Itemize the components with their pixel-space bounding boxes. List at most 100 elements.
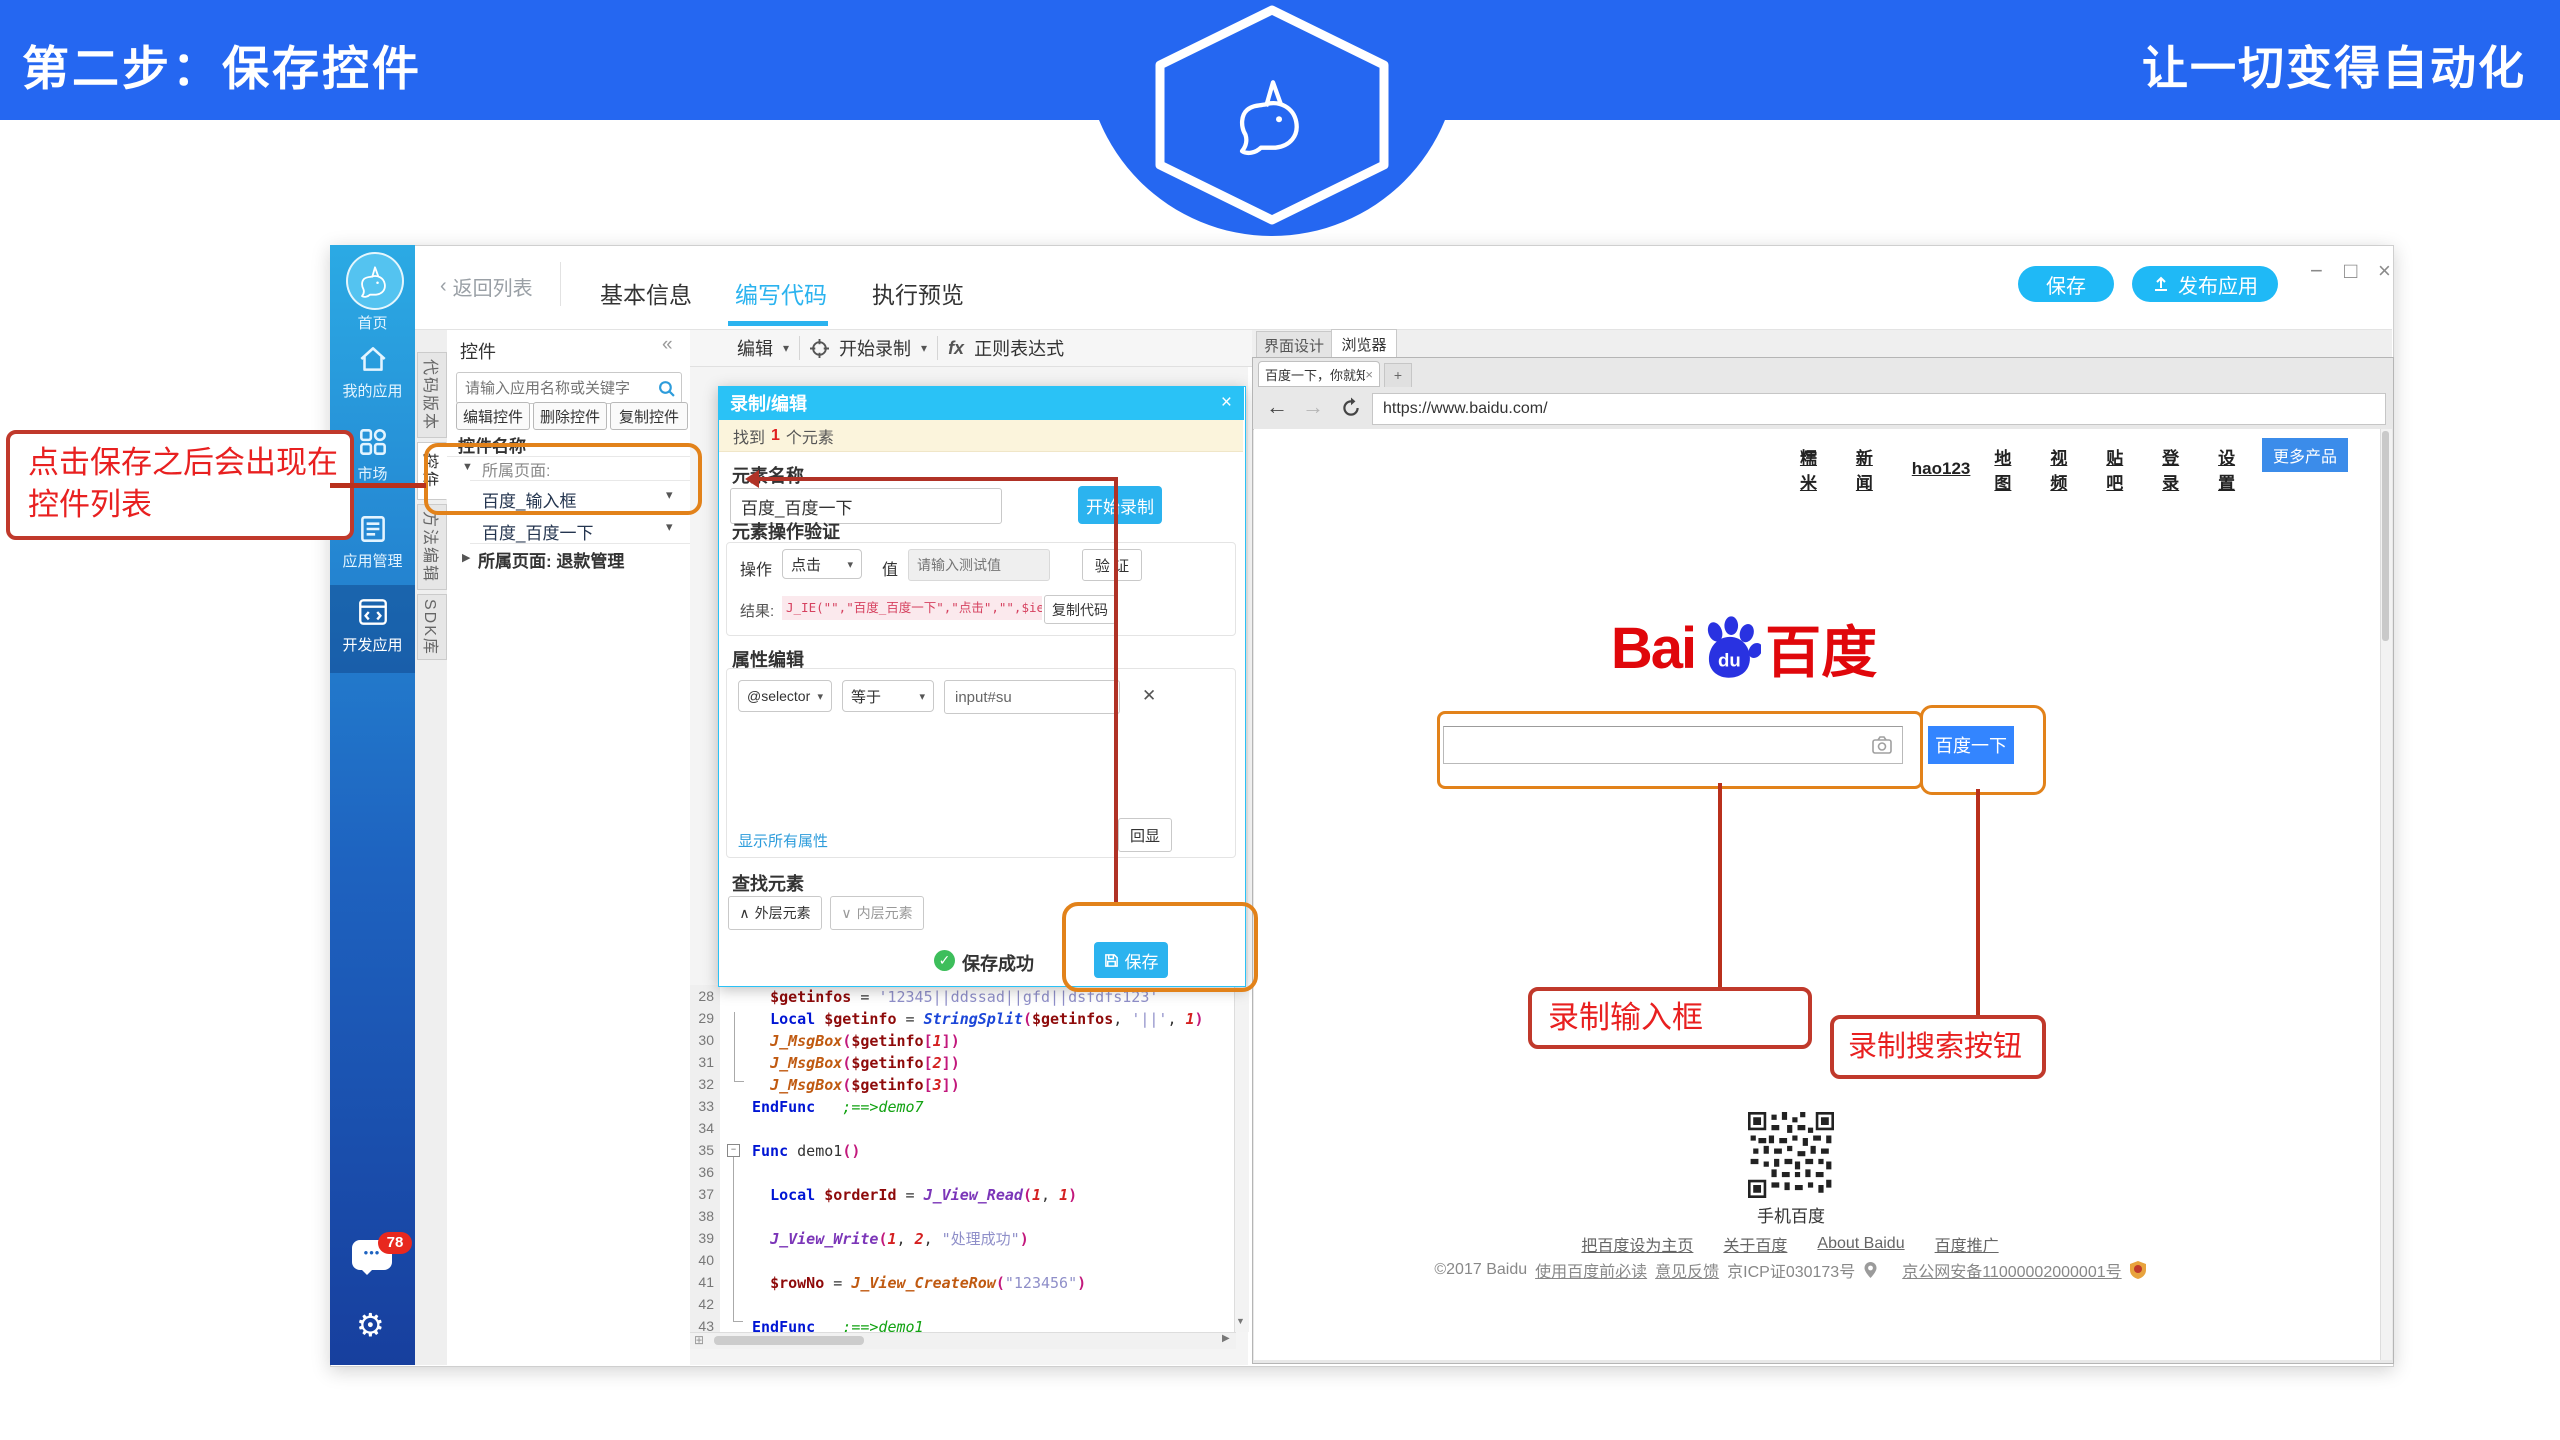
controls-panel-title: 控件 (460, 338, 496, 364)
result-label: 结果: (740, 600, 774, 621)
code-line: Func demo1() (752, 1140, 1204, 1162)
qr-code (1748, 1112, 1834, 1198)
back-button[interactable]: ‹ 返回列表 (440, 272, 533, 301)
remove-attr-icon[interactable]: ✕ (1142, 686, 1156, 706)
baidu-nav-link[interactable]: 贴吧 (2106, 444, 2138, 494)
dialog-titlebar: 录制/编辑 × (718, 386, 1244, 420)
code-line: Local $getinfo = StringSplit($getinfos, … (752, 1008, 1204, 1030)
baidu-footer-line2: ©2017 Baidu 使用百度前必读 意见反馈 京ICP证030173号 京公… (1360, 1258, 2220, 1282)
save-app-button[interactable]: 保存 (2018, 266, 2114, 302)
minimize-icon[interactable]: − (2310, 258, 2323, 284)
copy-code-button[interactable]: 复制代码 (1044, 595, 1116, 624)
baidu-nav-link[interactable]: 新闻 (1856, 444, 1888, 494)
tree-closed-icon[interactable]: ▶ (462, 551, 470, 564)
attr-selector-select[interactable]: @selector ▾ (738, 680, 832, 712)
nav-back-icon[interactable]: ← (1266, 394, 1288, 420)
must-read-link[interactable]: 使用百度前必读 (1535, 1258, 1647, 1282)
nav-forward-icon[interactable]: → (1302, 394, 1324, 420)
annotation-line-h (750, 477, 1118, 481)
chevron-down-icon[interactable]: ▾ (921, 341, 927, 355)
panel-tab-ui-design[interactable]: 界面设计 (1256, 331, 1332, 360)
regex-button[interactable]: 正则表达式 (974, 335, 1064, 361)
delete-control-button[interactable]: 删除控件 (533, 402, 607, 430)
sidebar (330, 245, 415, 1365)
baidu-footer-link[interactable]: 关于百度 (1723, 1232, 1787, 1256)
op-select[interactable]: 点击 ▾ (782, 549, 862, 579)
tree-item-baidu-search[interactable]: 百度_百度一下 (482, 519, 593, 544)
code-line: J_MsgBox($getinfo[1]) (752, 1030, 1204, 1052)
copy-control-button[interactable]: 复制控件 (610, 402, 688, 430)
browser-page-tab[interactable]: 百度一下，你就知... × (1258, 361, 1380, 387)
scroll-down-arrow[interactable]: ▼ (1236, 1316, 1245, 1326)
sidebar-item-develop[interactable] (356, 595, 390, 634)
fold-minus-icon[interactable]: − (727, 1144, 740, 1157)
tab-close-icon[interactable]: × (1365, 367, 1373, 382)
sidebar-item-app-manage[interactable] (356, 512, 390, 551)
sidebar-item-my-apps[interactable] (356, 342, 390, 381)
outer-element-button[interactable]: ∧ 外层元素 (728, 896, 822, 930)
feedback-link[interactable]: 意见反馈 (1655, 1258, 1719, 1282)
collapse-panel-icon[interactable]: « (662, 334, 673, 356)
save-success-text: 保存成功 (962, 950, 1034, 976)
inner-element-button[interactable]: ∨ 内层元素 (830, 896, 924, 930)
dialog-close-icon[interactable]: × (1221, 392, 1232, 414)
code-fold-line (734, 1012, 735, 1082)
baidu-nav-link[interactable]: 登录 (2162, 444, 2194, 494)
tab-basic-info[interactable]: 基本信息 (600, 276, 692, 310)
baidu-footer-link[interactable]: 百度推广 (1935, 1232, 1999, 1256)
echo-button[interactable]: 回显 (1118, 818, 1172, 852)
code-line (752, 1206, 1204, 1228)
hscroll-thumb[interactable] (714, 1336, 864, 1345)
start-record-button[interactable]: 开始录制 (1078, 486, 1162, 524)
test-value-input[interactable] (908, 549, 1050, 581)
sidebar-item-label: 首页 (330, 312, 415, 333)
sidebar-item-market[interactable] (356, 425, 390, 464)
baidu-footer-link[interactable]: 把百度设为主页 (1581, 1232, 1693, 1256)
attr-value-input[interactable] (944, 680, 1120, 714)
success-check-icon: ✓ (934, 950, 955, 971)
vtab-code-version[interactable]: 代码版本 (417, 352, 447, 438)
vtab-method-edit[interactable]: 方法编辑 (417, 504, 447, 590)
panel-tab-browser[interactable]: 浏览器 (1331, 329, 1397, 359)
baidu-nav-link[interactable]: 地图 (1994, 444, 2026, 494)
window-close-icon[interactable]: × (2378, 258, 2391, 284)
sidebar-item-home[interactable] (346, 252, 404, 310)
attr-op-select[interactable]: 等于 ▾ (842, 680, 934, 712)
baidu-nav-link[interactable]: hao123 (1912, 459, 1971, 479)
edit-control-button[interactable]: 编辑控件 (456, 402, 530, 430)
controls-search-input[interactable] (463, 379, 637, 398)
url-input[interactable] (1372, 393, 2386, 425)
show-all-attrs-link[interactable]: 显示所有属性 (738, 830, 828, 851)
baidu-footer-link[interactable]: About Baidu (1817, 1235, 1904, 1253)
publish-app-button[interactable]: 发布应用 (2132, 266, 2278, 302)
chevron-down-icon[interactable]: ▾ (666, 519, 673, 535)
maximize-icon[interactable]: □ (2344, 258, 2357, 284)
tab-run-preview[interactable]: 执行预览 (872, 276, 964, 310)
baidu-nav-link[interactable]: 视频 (2050, 444, 2082, 494)
verify-button[interactable]: 验 证 (1082, 549, 1142, 581)
nav-refresh-icon[interactable] (1340, 397, 1362, 419)
more-products-button[interactable]: 更多产品 (2262, 438, 2348, 472)
baidu-nav-link[interactable]: 糯米 (1800, 444, 1832, 494)
police-number-link[interactable]: 京公网安备11000002000001号 (1902, 1258, 2121, 1282)
gear-icon[interactable]: ⚙ (356, 1306, 385, 1344)
baidu-nav-link[interactable]: 设置 (2218, 444, 2250, 494)
code-vscrollbar[interactable] (1234, 985, 1249, 1332)
slide-title: 第二步：保存控件 (22, 30, 422, 99)
grip-icon[interactable]: ⊞ (694, 1333, 704, 1347)
tree-group-refund[interactable]: 所属页面: 退款管理 (478, 547, 624, 572)
annotation-left-callout: 点击保存之后会出现在控件列表 (6, 430, 354, 540)
new-tab-button[interactable]: + (1384, 363, 1412, 388)
search-icon[interactable] (658, 380, 675, 397)
start-record-menu[interactable]: 开始录制 (839, 335, 911, 361)
scroll-right-arrow[interactable]: ▶ (1222, 1333, 1230, 1344)
vtab-sdk[interactable]: SDK库 (417, 594, 447, 660)
divider (799, 336, 800, 360)
tab-write-code[interactable]: 编写代码 (735, 276, 827, 310)
edit-menu[interactable]: 编辑 (737, 335, 773, 361)
police-badge-icon (2130, 1261, 2146, 1279)
chevron-down-icon[interactable]: ▾ (783, 341, 789, 355)
page-scroll-thumb[interactable] (2382, 431, 2389, 641)
value-label: 值 (882, 556, 898, 580)
result-code: J_IE("","百度_百度一下","点击","",$ie) (782, 596, 1042, 620)
